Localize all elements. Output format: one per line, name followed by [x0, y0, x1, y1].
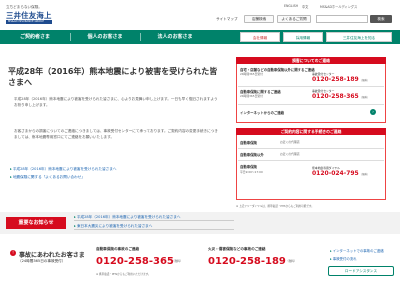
free-label: （無料） — [359, 96, 370, 99]
chevron-right-icon[interactable]: › — [370, 109, 376, 115]
notice-item[interactable]: 平成28年（2016年）熊本地震により被害を受けられた皆さまへ — [74, 215, 234, 221]
accident-note: ※ 携帯電話・PHSからもご利用いただけます。 — [96, 273, 151, 276]
contract-procedure-panel — [236, 128, 386, 200]
auto-phone[interactable]: 0120-258-365（無料） — [312, 93, 369, 100]
nav-about[interactable]: 三井住友海上を知る — [326, 32, 392, 42]
divider — [238, 160, 384, 161]
store-search-button[interactable]: 店舗検索 — [244, 15, 274, 23]
intro-paragraph: 平成28年（2016年）熊本地震により被害を受けられた皆さまに、心よりお見舞い申… — [14, 97, 218, 107]
free-label: （無料） — [359, 173, 370, 176]
notice-item[interactable]: 東日本大震災により被害を受けられた皆さまへ — [74, 224, 234, 230]
contract-auto-sub: お近くの代理店 — [280, 140, 300, 144]
free-label: （無料） — [172, 260, 183, 263]
panel-note: ※ 上記フリーダイヤルは、携帯電話・PHSからもご利用可能です。 — [236, 205, 314, 208]
sitemap-link[interactable]: サイトマップ — [216, 17, 238, 22]
divider — [238, 86, 384, 87]
car-accident-label: 自動車保険の事故のご連絡 — [96, 247, 140, 251]
contact-paragraph: お客さまからの損害についてのご連絡につきましては、事故受付センターにて承っており… — [14, 129, 218, 139]
kumamoto-dial-phone[interactable]: 0120-024-795（無料） — [312, 170, 369, 177]
nav-personal[interactable]: 個人のお客さま — [70, 30, 140, 44]
fire-accident-label: 火災・傷害保険などの事故のご連絡 — [208, 247, 266, 251]
contract-auto2-label: 自動車保険 — [240, 165, 257, 169]
contract-procedure-heading: ご契約内容に関する手続きのご連絡 — [236, 128, 386, 135]
accident-title: 事故にあわれたお客さま — [19, 252, 85, 259]
important-notice-tag: 重要なお知らせ — [6, 217, 66, 229]
internet-accident-link[interactable]: インターネットでの事故のご連絡 — [330, 248, 384, 253]
internet-contact-link[interactable]: インターネットからのご連絡 — [240, 110, 284, 115]
damage-contact-heading: 損害についてのご連絡 — [236, 57, 386, 64]
free-label: （無料） — [359, 79, 370, 82]
lang-chinese-link[interactable]: 中文 — [302, 4, 308, 9]
nav-corporate[interactable]: 法人のお客さま — [140, 30, 210, 44]
holdings-link[interactable]: MS&ADホールディングス — [320, 4, 357, 9]
contract-other-sub: お近くの代理店 — [280, 152, 300, 156]
contract-other-label: 自動車保険以外 — [240, 153, 264, 157]
alert-icon: ! — [10, 250, 16, 256]
logo-group-label: MS&AD INSURANCE GROUP — [6, 20, 52, 24]
accident-flow-link[interactable]: 事故受付の流れ — [330, 256, 357, 261]
faq-button[interactable]: よくあるご質問 — [277, 15, 311, 23]
search-button[interactable]: 検索 — [370, 15, 392, 23]
non-auto-hours: 24時間365日受付 — [240, 72, 263, 76]
road-assistance-button[interactable]: ロードアシスタンス — [328, 266, 394, 276]
free-label: （無料） — [286, 260, 297, 263]
fire-accident-phone[interactable]: 0120-258-189 — [208, 256, 286, 267]
search-input[interactable] — [316, 15, 368, 23]
contract-hours: 平日9:00〜17:00 — [240, 170, 263, 174]
nav-company-info[interactable]: 会社情報 — [240, 32, 280, 42]
kumamoto-link[interactable]: 平成28年（2016年）熊本地震により被害を受けられた皆さまへ — [10, 167, 117, 172]
divider — [238, 148, 384, 149]
car-accident-phone[interactable]: 0120-258-365 — [96, 256, 174, 267]
divider — [238, 104, 384, 105]
non-auto-phone[interactable]: 0120-258-189（無料） — [312, 76, 369, 83]
lang-english-link[interactable]: ENGLISH — [284, 4, 298, 8]
page-title: 平成28年（2016年）熊本地震により被害を受けられた皆さまへ — [8, 67, 218, 87]
nav-contractor[interactable]: ご契約者さま — [0, 30, 70, 44]
contract-auto-label: 自動車保険 — [240, 141, 257, 145]
auto-hours: 24時間365日受付 — [240, 94, 263, 98]
faq-earthquake-link[interactable]: 地震保険に関する「よくあるお問い合わせ」 — [10, 175, 85, 180]
nav-recruit[interactable]: 採用情報 — [283, 32, 323, 42]
accident-subtitle: （24時間365日の事故受付） — [18, 259, 66, 263]
